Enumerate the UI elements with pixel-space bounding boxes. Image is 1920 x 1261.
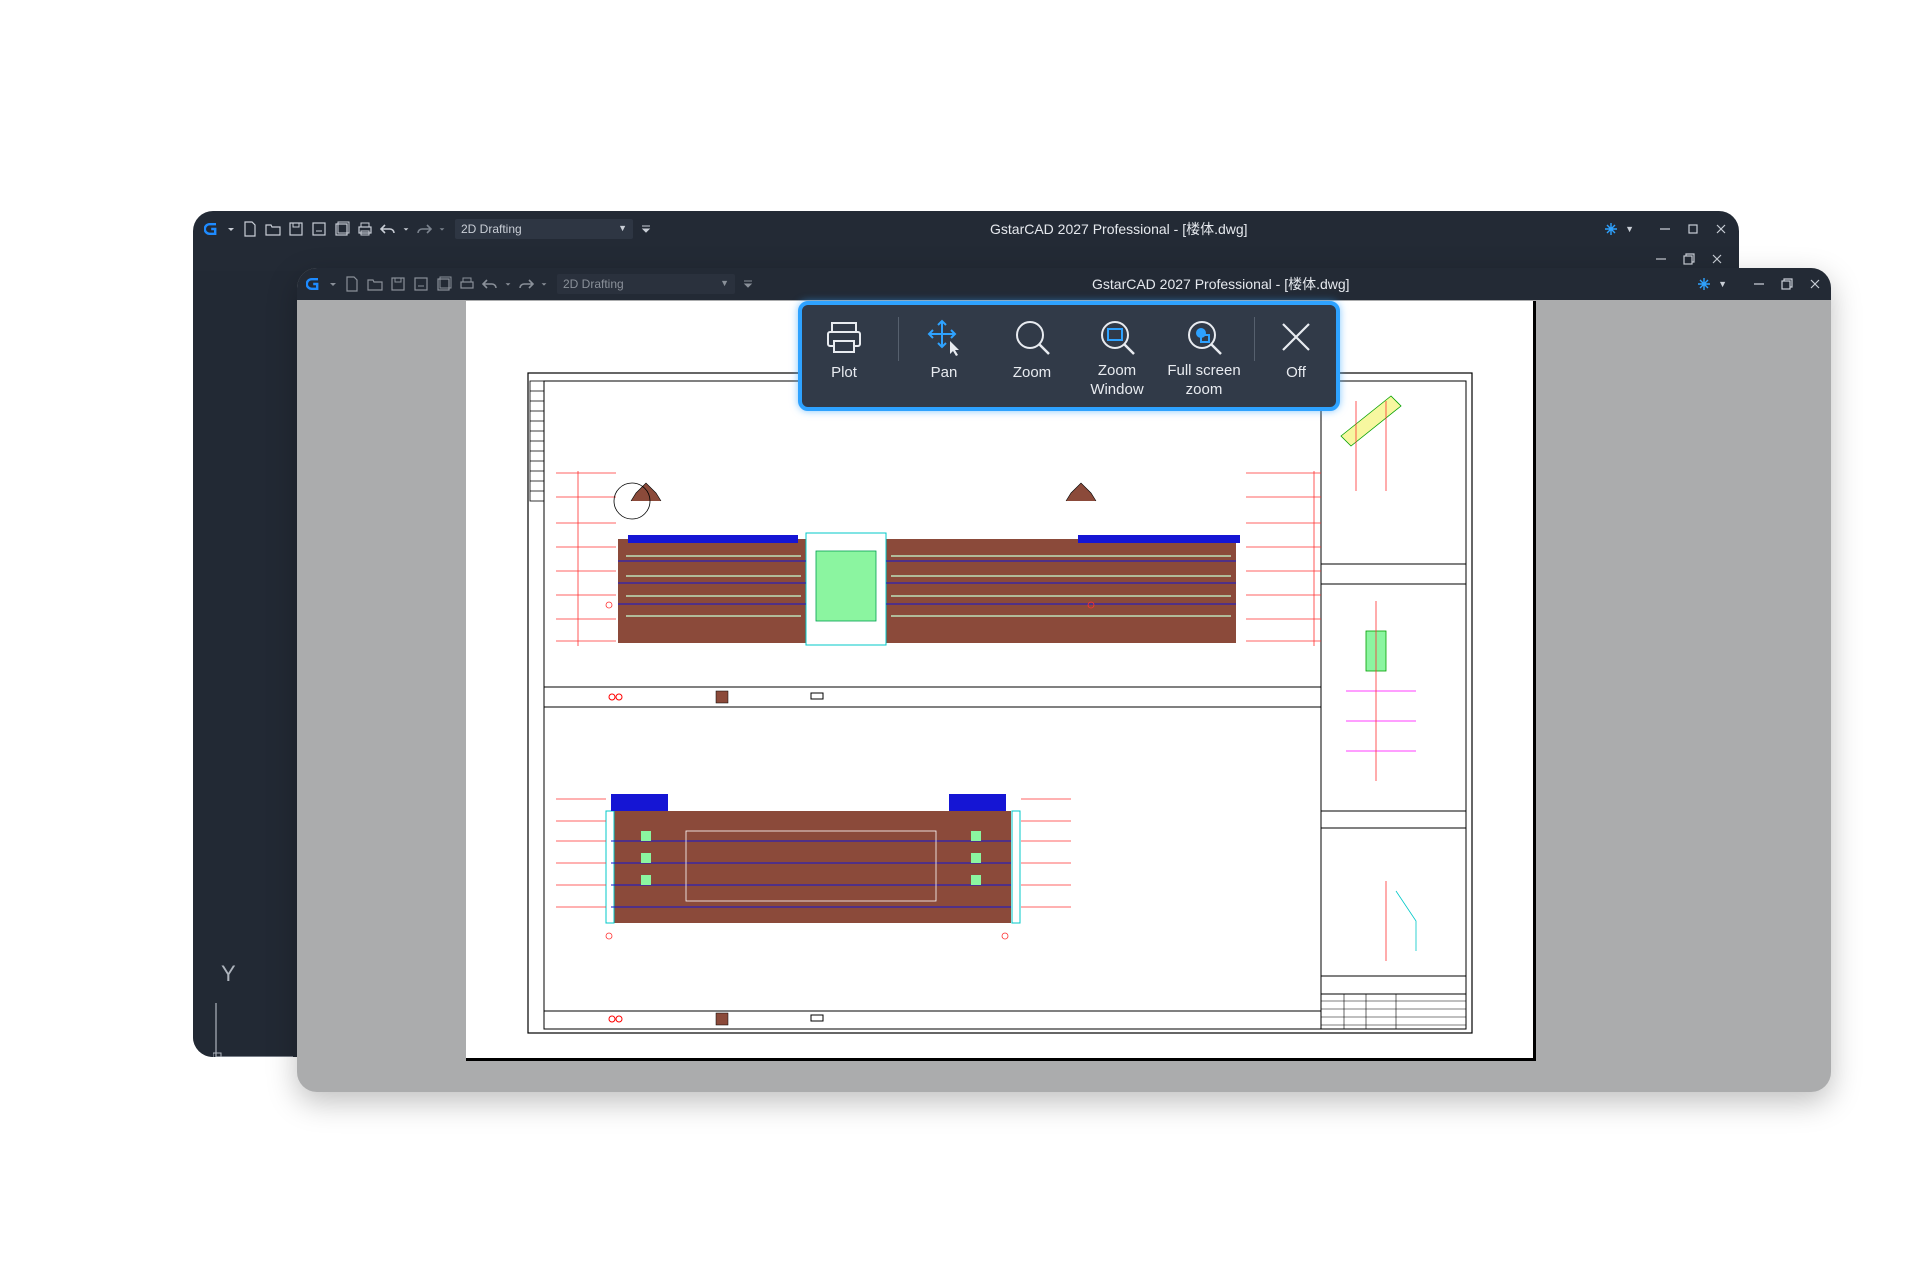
gstar-logo-icon[interactable] — [203, 220, 221, 238]
title-block — [1321, 994, 1466, 1029]
cad-drawing — [527, 372, 1473, 1034]
app-switch-caret-icon[interactable]: ▼ — [1625, 224, 1634, 234]
customize-icon[interactable] — [637, 220, 655, 238]
back-titlebar: 2D Drafting ▼ GstarCAD 2027 Professional… — [193, 211, 1739, 247]
drawing-frame — [543, 380, 1467, 1030]
full-screen-zoom-icon — [1188, 321, 1222, 355]
workspace-dropdown[interactable]: 2D Drafting ▼ — [455, 219, 633, 239]
new-file-icon[interactable] — [241, 220, 259, 238]
off-icon — [1282, 323, 1310, 351]
open-folder-icon[interactable] — [264, 220, 282, 238]
front-titlebar: 2D Drafting ▼ GstarCAD 2027 Professional… — [297, 268, 1831, 300]
redo-icon[interactable] — [415, 220, 433, 238]
save-as-icon[interactable] — [412, 275, 430, 293]
zoom-label: Zoom — [1012, 364, 1052, 381]
front-quick-access-toolbar: 2D Drafting ▼ — [305, 268, 762, 300]
back-window-controls — [1651, 211, 1735, 247]
undo-caret-icon[interactable] — [402, 220, 410, 238]
upper-legend — [608, 690, 824, 704]
undo-caret-icon[interactable] — [504, 275, 512, 293]
plot-preview-toolbar: Plot Pan Zoom Zoom Window Full screen zo… — [798, 301, 1340, 411]
detail-column — [1320, 381, 1466, 1029]
workspace-label: 2D Drafting — [563, 277, 624, 291]
save-icon[interactable] — [287, 220, 305, 238]
undo-icon[interactable] — [379, 220, 397, 238]
redo-icon[interactable] — [517, 275, 535, 293]
doc-minimize-icon[interactable] — [1647, 249, 1675, 269]
plot-preview-sheet[interactable] — [466, 301, 1536, 1061]
rear-elevation — [556, 794, 1071, 940]
pan-button[interactable]: Pan — [922, 305, 966, 382]
doc-close-icon[interactable] — [1703, 249, 1731, 269]
front-window-controls — [1745, 268, 1829, 300]
zoom-window-icon — [1101, 321, 1135, 355]
print-icon[interactable] — [356, 220, 374, 238]
zoom-window-button[interactable]: Zoom Window — [1082, 305, 1152, 399]
full-screen-zoom-label-1: Full screen — [1167, 362, 1241, 379]
workspace-dropdown-icon: ▼ — [618, 223, 627, 233]
redo-caret-icon[interactable] — [540, 275, 548, 293]
pan-label: Pan — [930, 364, 958, 381]
workspace-label: 2D Drafting — [461, 222, 522, 236]
plot-label: Plot — [831, 364, 857, 381]
zoom-window-label-2: Window — [1090, 381, 1144, 398]
save-as-icon[interactable] — [310, 220, 328, 238]
lower-legend — [608, 1012, 824, 1026]
app-switch-icon[interactable] — [1597, 219, 1625, 239]
front-app-switch[interactable]: ▼ — [1690, 268, 1727, 300]
full-screen-zoom-button[interactable]: Full screen zoom — [1160, 305, 1248, 399]
new-file-icon[interactable] — [343, 275, 361, 293]
zoom-button[interactable]: Zoom — [1002, 305, 1062, 382]
minimize-icon[interactable] — [1745, 274, 1773, 294]
back-window-title: GstarCAD 2027 Professional - [楼体.dwg] — [990, 221, 1248, 237]
open-folder-icon[interactable] — [366, 275, 384, 293]
plot-button[interactable]: Plot — [822, 305, 866, 382]
close-icon[interactable] — [1707, 219, 1735, 239]
app-switch-caret-icon[interactable]: ▼ — [1718, 279, 1727, 289]
full-screen-zoom-label-2: zoom — [1185, 381, 1223, 398]
back-app-switch[interactable]: ▼ — [1597, 211, 1634, 247]
detail-drawings — [1340, 395, 1417, 961]
batch-save-icon[interactable] — [333, 220, 351, 238]
zoom-icon — [1016, 321, 1050, 355]
customize-icon[interactable] — [739, 275, 757, 293]
redo-caret-icon[interactable] — [438, 220, 446, 238]
minimize-icon[interactable] — [1651, 219, 1679, 239]
binding-strip — [529, 380, 545, 502]
zoom-window-label-1: Zoom — [1097, 362, 1137, 379]
pan-icon — [927, 319, 959, 356]
undo-icon[interactable] — [481, 275, 499, 293]
toolbar-separator — [898, 317, 899, 361]
restore-icon[interactable] — [1773, 274, 1801, 294]
save-icon[interactable] — [389, 275, 407, 293]
workspace-dropdown[interactable]: 2D Drafting ▼ — [557, 274, 735, 294]
front-window-title: GstarCAD 2027 Professional - [楼体.dwg] — [1092, 276, 1350, 292]
drawing-border — [527, 372, 1473, 1034]
batch-save-icon[interactable] — [435, 275, 453, 293]
back-quick-access-toolbar: 2D Drafting ▼ — [203, 211, 660, 247]
app-switch-icon[interactable] — [1690, 274, 1718, 294]
ucs-y-label: Y — [221, 961, 236, 986]
gstar-logo-icon[interactable] — [305, 275, 323, 293]
off-label: Off — [1286, 364, 1306, 381]
logo-caret-icon[interactable] — [328, 275, 338, 293]
plot-icon — [827, 322, 861, 353]
close-icon[interactable] — [1801, 274, 1829, 294]
maximize-icon[interactable] — [1679, 219, 1707, 239]
toolbar-separator — [1254, 317, 1255, 361]
doc-restore-icon[interactable] — [1675, 249, 1703, 269]
workspace-dropdown-icon: ▼ — [720, 278, 729, 288]
print-icon[interactable] — [458, 275, 476, 293]
off-button[interactable]: Off — [1272, 305, 1320, 382]
logo-caret-icon[interactable] — [226, 220, 236, 238]
front-elevation — [556, 471, 1321, 646]
